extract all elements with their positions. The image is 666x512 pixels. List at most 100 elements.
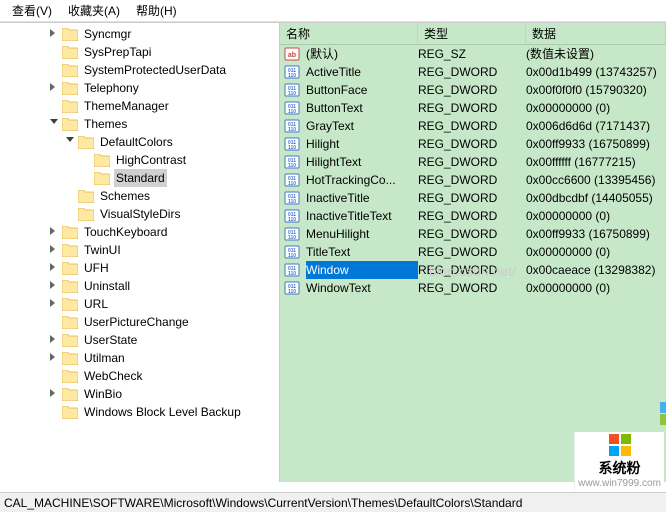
reg-dword-icon [284, 118, 300, 134]
brand-logo-icon [609, 434, 631, 456]
value-name: ButtonText [306, 99, 418, 117]
tree-item[interactable]: SystemProtectedUserData [0, 61, 279, 79]
folder-icon [62, 316, 78, 329]
chevron-down-icon[interactable] [48, 117, 62, 131]
chevron-right-icon[interactable] [48, 333, 62, 347]
value-name: InactiveTitleText [306, 207, 418, 225]
value-name: HilightText [306, 153, 418, 171]
value-name: ButtonFace [306, 81, 418, 99]
menu-item[interactable]: 收藏夹(A) [60, 0, 128, 21]
value-row[interactable]: ButtonFaceREG_DWORD0x00f0f0f0 (15790320) [280, 81, 666, 99]
tree-item[interactable]: Schemes [0, 187, 279, 205]
value-row[interactable]: HotTrackingCo...REG_DWORD0x00cc6600 (133… [280, 171, 666, 189]
tree-item-label: WinBio [82, 385, 124, 403]
tree-item[interactable]: TouchKeyboard [0, 223, 279, 241]
tree-item-label: SysPrepTapi [82, 43, 153, 61]
chevron-right-icon[interactable] [48, 243, 62, 257]
tree-item[interactable]: WebCheck [0, 367, 279, 385]
tree-item[interactable]: UserPictureChange [0, 313, 279, 331]
chevron-right-icon[interactable] [48, 81, 62, 95]
tree-item[interactable]: Syncmgr [0, 25, 279, 43]
tree-item[interactable]: UserState [0, 331, 279, 349]
value-name: HotTrackingCo... [306, 171, 418, 189]
value-name: TitleText [306, 243, 418, 261]
tree-item[interactable]: HighContrast [0, 151, 279, 169]
col-header-type[interactable]: 类型 [418, 23, 526, 45]
value-data: 0x00000000 (0) [526, 99, 666, 117]
menu-item[interactable]: 帮助(H) [128, 0, 185, 21]
tree-item[interactable]: URL [0, 295, 279, 313]
value-row[interactable]: WindowTextREG_DWORD0x00000000 (0) [280, 279, 666, 297]
value-data: 0x00d1b499 (13743257) [526, 63, 666, 81]
tree-item-label: Standard [114, 169, 167, 187]
folder-icon [62, 100, 78, 113]
tree-item[interactable]: Windows Block Level Backup [0, 403, 279, 421]
reg-dword-icon [284, 154, 300, 170]
value-type: REG_DWORD [418, 243, 526, 261]
col-header-name[interactable]: 名称 [280, 23, 418, 45]
tree-item[interactable]: Standard [0, 169, 279, 187]
menu-item[interactable]: 查看(V) [4, 0, 60, 21]
chevron-down-icon[interactable] [64, 135, 78, 149]
column-headers[interactable]: 名称 类型 数据 [280, 23, 666, 45]
tree-item[interactable]: SysPrepTapi [0, 43, 279, 61]
value-type: REG_DWORD [418, 207, 526, 225]
value-row[interactable]: ActiveTitleREG_DWORD0x00d1b499 (13743257… [280, 63, 666, 81]
chevron-right-icon [80, 171, 94, 185]
chevron-right-icon [48, 405, 62, 419]
tree-item-label: ThemeManager [82, 97, 171, 115]
tree-item-label: SystemProtectedUserData [82, 61, 228, 79]
folder-icon [62, 262, 78, 275]
statusbar: CAL_MACHINE\SOFTWARE\Microsoft\Windows\C… [0, 492, 666, 512]
chevron-right-icon [80, 153, 94, 167]
value-type: REG_DWORD [418, 117, 526, 135]
value-row[interactable]: WindowREG_DWORD0x00caeace (13298382) [280, 261, 666, 279]
tree-item[interactable]: TwinUI [0, 241, 279, 259]
value-name: MenuHilight [306, 225, 418, 243]
folder-icon [62, 370, 78, 383]
tree-item[interactable]: Themes [0, 115, 279, 133]
value-row[interactable]: HilightTextREG_DWORD0x00ffffff (16777215… [280, 153, 666, 171]
chevron-right-icon[interactable] [48, 27, 62, 41]
chevron-right-icon[interactable] [48, 387, 62, 401]
value-type: REG_DWORD [418, 261, 526, 279]
value-row[interactable]: TitleTextREG_DWORD0x00000000 (0) [280, 243, 666, 261]
tree-item-label: URL [82, 295, 110, 313]
folder-icon [62, 46, 78, 59]
tree-item[interactable]: VisualStyleDirs [0, 205, 279, 223]
tree-item[interactable]: DefaultColors [0, 133, 279, 151]
value-row[interactable]: HilightREG_DWORD0x00ff9933 (16750899) [280, 135, 666, 153]
folder-icon [62, 82, 78, 95]
folder-icon [94, 172, 110, 185]
reg-dword-icon [284, 190, 300, 206]
chevron-right-icon [48, 315, 62, 329]
chevron-right-icon[interactable] [48, 297, 62, 311]
tree-item[interactable]: Uninstall [0, 277, 279, 295]
tree-item[interactable]: UFH [0, 259, 279, 277]
folder-icon [62, 226, 78, 239]
value-row[interactable]: (默认)REG_SZ(数值未设置) [280, 45, 666, 63]
value-data: 0x00ff9933 (16750899) [526, 135, 666, 153]
values-pane[interactable]: 名称 类型 数据 (默认)REG_SZ(数值未设置)ActiveTitleREG… [280, 23, 666, 482]
folder-icon [62, 118, 78, 131]
chevron-right-icon[interactable] [48, 261, 62, 275]
tree-item[interactable]: WinBio [0, 385, 279, 403]
tree-pane[interactable]: SyncmgrSysPrepTapiSystemProtectedUserDat… [0, 23, 280, 482]
col-header-data[interactable]: 数据 [526, 23, 666, 45]
tree-item[interactable]: Utilman [0, 349, 279, 367]
chevron-right-icon[interactable] [48, 279, 62, 293]
tree-item[interactable]: ThemeManager [0, 97, 279, 115]
tree-item-label: WebCheck [82, 367, 144, 385]
tree-item[interactable]: Telephony [0, 79, 279, 97]
folder-icon [78, 208, 94, 221]
chevron-right-icon[interactable] [48, 351, 62, 365]
value-row[interactable]: GrayTextREG_DWORD0x006d6d6d (7171437) [280, 117, 666, 135]
chevron-right-icon[interactable] [48, 225, 62, 239]
reg-dword-icon [284, 262, 300, 278]
value-row[interactable]: InactiveTitleTextREG_DWORD0x00000000 (0) [280, 207, 666, 225]
value-row[interactable]: InactiveTitleREG_DWORD0x00dbcdbf (144050… [280, 189, 666, 207]
value-type: REG_DWORD [418, 99, 526, 117]
value-row[interactable]: ButtonTextREG_DWORD0x00000000 (0) [280, 99, 666, 117]
value-row[interactable]: MenuHilightREG_DWORD0x00ff9933 (16750899… [280, 225, 666, 243]
tree-item-label: UserState [82, 331, 139, 349]
